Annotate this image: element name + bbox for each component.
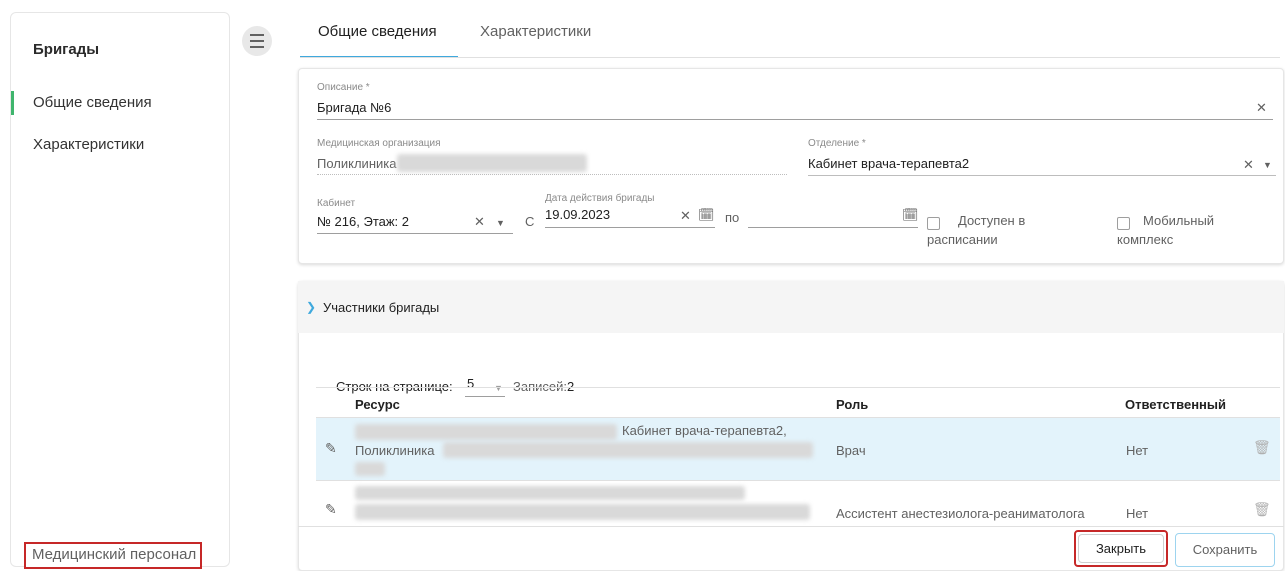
pencil-icon[interactable]: ✎ xyxy=(325,502,337,516)
date-from-underline xyxy=(545,227,715,228)
calendar-icon[interactable]: 🗓 xyxy=(902,208,919,222)
close-button[interactable]: Закрыть xyxy=(1078,534,1164,563)
cabinet-select[interactable]: № 216, Этаж: 2 xyxy=(317,214,409,229)
rows-per-page-select[interactable]: 5 xyxy=(467,376,474,391)
date-label: Дата действия бригады xyxy=(545,193,655,204)
date-from-prefix: С xyxy=(525,214,535,229)
resource-cell-line2: Поликлиника xyxy=(355,443,435,458)
department-select[interactable]: Кабинет врача-терапевта2 xyxy=(808,156,969,171)
organization-label: Медицинская организация xyxy=(317,138,441,149)
role-cell: Ассистент анестезиолога-реаниматолога xyxy=(836,506,1085,521)
redacted-text xyxy=(355,504,810,520)
trash-icon[interactable]: 🗑 xyxy=(1253,440,1271,454)
close-button-highlight: Закрыть xyxy=(1074,530,1168,567)
sidebar: Бригады Общие сведения Характеристики xyxy=(10,12,230,567)
department-label: Отделение * xyxy=(808,138,866,149)
description-underline xyxy=(317,119,1273,120)
available-in-schedule-label-line2: расписании xyxy=(927,232,998,247)
cabinet-label: Кабинет xyxy=(317,198,356,209)
available-in-schedule-label-line1: Доступен в xyxy=(958,213,1026,228)
pencil-icon[interactable]: ✎ xyxy=(325,441,337,455)
chevron-down-icon[interactable]: ▼ xyxy=(494,381,503,395)
mobile-complex-label-line1: Мобильный xyxy=(1143,213,1215,228)
role-cell: Врач xyxy=(836,443,866,458)
column-header-responsible[interactable]: Ответственный xyxy=(1125,397,1226,412)
mobile-complex-checkbox[interactable] xyxy=(1117,217,1130,230)
clear-date-icon[interactable]: ✕ xyxy=(680,209,691,223)
members-section-header[interactable]: ❯ Участники бригады xyxy=(298,281,1284,333)
members-section-title: Участники бригады xyxy=(323,300,440,315)
description-input[interactable]: Бригада №6 xyxy=(317,100,391,115)
rows-per-page-underline xyxy=(465,396,505,397)
redacted-text xyxy=(355,486,745,500)
menu-toggle-button[interactable] xyxy=(242,26,272,56)
sidebar-title: Бригады xyxy=(33,41,100,58)
cabinet-underline xyxy=(317,233,513,234)
responsible-cell: Нет xyxy=(1126,443,1149,458)
redacted-text xyxy=(443,442,813,458)
redacted-text xyxy=(355,424,617,440)
clear-description-icon[interactable]: ✕ xyxy=(1256,101,1267,115)
date-from-input[interactable]: 19.09.2023 xyxy=(545,207,610,222)
organization-underline xyxy=(317,174,787,175)
department-underline xyxy=(808,175,1276,176)
sidebar-item-general[interactable]: Общие сведения xyxy=(11,91,221,115)
save-button[interactable]: Сохранить xyxy=(1175,533,1275,567)
redacted-text xyxy=(397,154,587,172)
chevron-down-icon[interactable]: ▼ xyxy=(1263,158,1272,172)
trash-icon[interactable]: 🗑 xyxy=(1253,502,1271,516)
column-header-role[interactable]: Роль xyxy=(836,397,868,412)
column-header-resource[interactable]: Ресурс xyxy=(355,397,400,412)
available-in-schedule-checkbox[interactable] xyxy=(927,217,940,230)
sidebar-item-characteristics[interactable]: Характеристики xyxy=(11,133,221,157)
calendar-icon[interactable]: 🗓 xyxy=(698,208,715,222)
mobile-complex-label-line2: комплекс xyxy=(1117,232,1174,247)
redacted-text xyxy=(355,462,385,476)
chevron-down-icon: ❯ xyxy=(306,300,317,314)
clear-department-icon[interactable]: ✕ xyxy=(1243,158,1254,172)
resource-cell-line1: Кабинет врача-терапевта2, xyxy=(622,423,787,438)
description-label: Описание * xyxy=(317,82,370,93)
responsible-cell: Нет xyxy=(1126,506,1149,521)
hamburger-icon xyxy=(250,32,264,50)
chevron-down-icon[interactable]: ▼ xyxy=(496,216,505,230)
table-top-border xyxy=(316,387,1280,388)
date-to-prefix: по xyxy=(725,210,740,225)
sidebar-link-medical-staff[interactable]: Медицинский персонал xyxy=(24,542,202,569)
date-to-underline xyxy=(748,227,918,228)
tab-characteristics[interactable]: Характеристики xyxy=(480,22,591,58)
footer-divider xyxy=(298,526,1284,527)
tab-general[interactable]: Общие сведения xyxy=(300,22,458,58)
clear-cabinet-icon[interactable]: ✕ xyxy=(474,215,485,229)
row-divider xyxy=(316,480,1280,481)
organization-field: Поликлиника xyxy=(317,156,397,171)
tab-divider xyxy=(300,57,1280,58)
